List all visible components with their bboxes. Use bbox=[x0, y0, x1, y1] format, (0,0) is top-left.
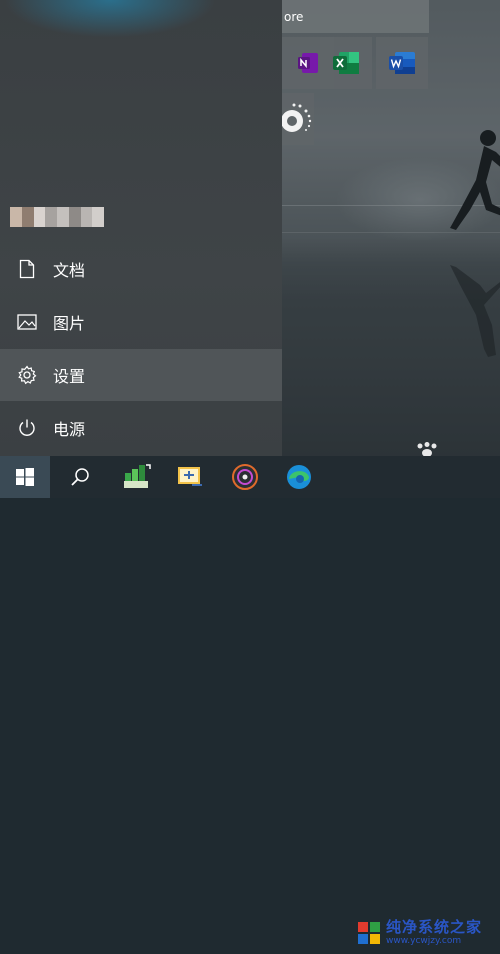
start-item-settings[interactable]: 设置 bbox=[0, 349, 282, 401]
onenote-icon bbox=[298, 53, 318, 73]
windows-start-icon bbox=[16, 468, 34, 486]
start-menu-pane: 文档 图片 设置 电源 bbox=[0, 0, 282, 456]
watermark-logo-icon bbox=[358, 922, 380, 944]
taskbar: 纯净系统之家 www.ycwjzy.com bbox=[0, 456, 500, 946]
word-tile[interactable] bbox=[376, 37, 428, 89]
word-icon bbox=[389, 52, 415, 74]
taskbar-app-image-tool[interactable] bbox=[165, 456, 215, 498]
media-player-icon bbox=[232, 464, 258, 490]
gear-icon bbox=[16, 364, 38, 386]
start-item-pictures-label: 图片 bbox=[53, 314, 86, 333]
start-button[interactable] bbox=[0, 456, 50, 498]
taskbar-app-media-player[interactable] bbox=[220, 456, 270, 498]
start-item-power[interactable]: 电源 bbox=[0, 402, 282, 454]
groove-music-icon bbox=[282, 103, 312, 132]
site-watermark: 纯净系统之家 www.ycwjzy.com bbox=[356, 912, 500, 954]
excel-icon bbox=[333, 52, 359, 74]
user-account-avatar[interactable] bbox=[10, 207, 104, 227]
document-icon bbox=[16, 258, 38, 280]
start-item-settings-label: 设置 bbox=[53, 367, 86, 386]
taskbar-search-button[interactable] bbox=[55, 456, 105, 498]
search-icon bbox=[71, 468, 89, 486]
start-item-documents-label: 文档 bbox=[53, 261, 86, 280]
start-item-documents[interactable]: 文档 bbox=[0, 243, 282, 295]
store-tile-label: ore bbox=[284, 9, 304, 24]
store-tile[interactable]: ore bbox=[282, 0, 429, 33]
space-sniffer-icon bbox=[124, 464, 151, 488]
power-icon bbox=[16, 417, 38, 439]
taskbar-app-space-sniffer[interactable] bbox=[112, 456, 162, 498]
image-tool-icon bbox=[178, 467, 202, 486]
watermark-url: www.ycwjzy.com bbox=[386, 936, 462, 946]
edge-icon bbox=[287, 465, 311, 489]
pictures-icon bbox=[16, 311, 38, 333]
watermark-title: 纯净系统之家 bbox=[386, 918, 483, 936]
taskbar-app-edge[interactable] bbox=[274, 456, 324, 498]
start-item-pictures[interactable]: 图片 bbox=[0, 296, 282, 348]
excel-tile[interactable] bbox=[320, 37, 372, 89]
groove-music-tile[interactable] bbox=[282, 93, 314, 145]
start-item-power-label: 电源 bbox=[53, 420, 86, 439]
